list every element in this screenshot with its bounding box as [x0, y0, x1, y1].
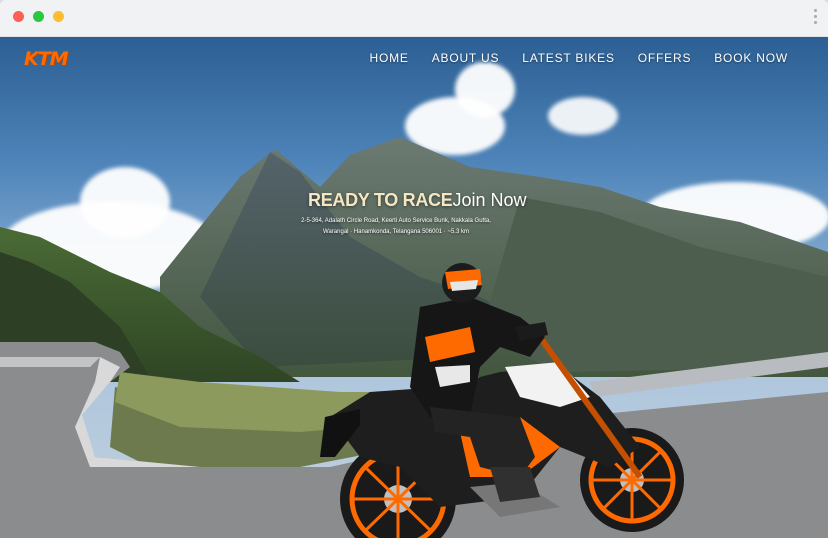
minimize-window-button[interactable]	[53, 11, 64, 22]
hero-title: READY TO RACEJoin Now	[308, 190, 527, 211]
address-line-1: 2-5-364, Adalath Circle Road, Keerti Aut…	[301, 218, 491, 224]
hero-address: 2-5-364, Adalath Circle Road, Keerti Aut…	[280, 216, 512, 238]
browser-window: KTM HOME ABOUT US LATEST BIKES OFFERS BO…	[0, 0, 828, 538]
hero-title-strong: READY TO RACE	[308, 190, 453, 210]
ktm-logo[interactable]: KTM	[24, 48, 78, 70]
nav-latest-bikes[interactable]: LATEST BIKES	[522, 51, 615, 65]
nav-home[interactable]: HOME	[370, 51, 409, 65]
motorcycle-rider-image	[320, 263, 684, 538]
maximize-window-button[interactable]	[33, 11, 44, 22]
address-line-2: Warangal · Hanamkonda, Telangana 506001 …	[323, 229, 469, 235]
page-viewport: KTM HOME ABOUT US LATEST BIKES OFFERS BO…	[0, 37, 828, 538]
main-navigation: HOME ABOUT US LATEST BIKES OFFERS BOOK N…	[370, 51, 788, 65]
nav-about-us[interactable]: ABOUT US	[432, 51, 500, 65]
kebab-menu-icon[interactable]	[814, 9, 818, 27]
close-window-button[interactable]	[13, 11, 24, 22]
nav-offers[interactable]: OFFERS	[638, 51, 691, 65]
hero-title-join[interactable]: Join Now	[452, 190, 526, 210]
browser-titlebar	[0, 0, 828, 37]
nav-book-now[interactable]: BOOK NOW	[714, 51, 788, 65]
